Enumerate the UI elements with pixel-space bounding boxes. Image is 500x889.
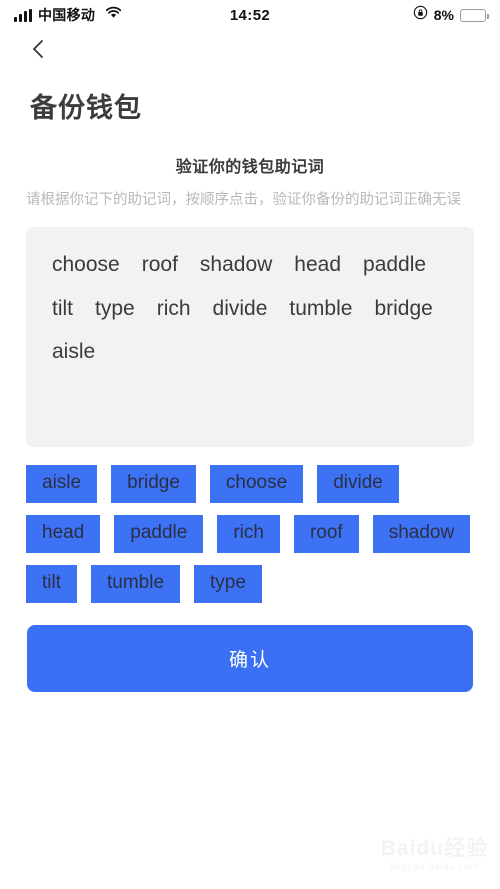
- word-chip[interactable]: bridge: [111, 465, 196, 504]
- word-chip[interactable]: rich: [217, 515, 280, 554]
- word-chip[interactable]: choose: [209, 465, 304, 504]
- selected-word[interactable]: aisle: [52, 338, 95, 365]
- wifi-icon: [105, 6, 122, 24]
- word-chip[interactable]: tumble: [91, 565, 181, 603]
- confirm-button-wrap: 确认: [27, 625, 473, 692]
- carrier-label: 中国移动: [38, 7, 96, 23]
- selected-mnemonic-panel[interactable]: choose roof shadow head paddle tilt type rich di…: [26, 227, 474, 448]
- nav-bar: [0, 30, 500, 72]
- status-bar-right: 8%: [413, 5, 489, 25]
- word-chip-area: aisle bridge choose divide head paddle rich roo…: [26, 465, 474, 603]
- watermark: Baidu经验 jingyan.baidu.com: [381, 838, 488, 873]
- selected-word[interactable]: shadow: [200, 251, 272, 278]
- selected-word[interactable]: bridge: [374, 295, 432, 322]
- selected-word[interactable]: paddle: [363, 251, 426, 278]
- word-chip[interactable]: type: [194, 565, 262, 603]
- word-chip[interactable]: divide: [317, 465, 399, 504]
- selected-word[interactable]: tilt: [52, 295, 73, 322]
- battery-percent-label: 8%: [433, 7, 454, 23]
- selected-word[interactable]: rich: [157, 295, 191, 322]
- instructions-heading: 验证你的钱包助记词: [175, 159, 325, 176]
- back-button[interactable]: [24, 37, 52, 65]
- selected-word[interactable]: type: [95, 295, 135, 322]
- watermark-sub-text: jingyan.baidu.com: [389, 862, 479, 873]
- watermark-main-text: Baidu经验: [380, 837, 488, 860]
- status-bar-left: 中国移动: [14, 5, 122, 25]
- selected-word[interactable]: tumble: [289, 295, 352, 322]
- selected-words-list: choose roof shadow head paddle tilt type rich di…: [52, 251, 448, 365]
- instructions-block: 验证你的钱包助记词 请根据你记下的助记词，按顺序点击，验证你备份的助记词正确无误: [0, 125, 500, 211]
- confirm-button[interactable]: 确认: [27, 625, 473, 692]
- selected-word[interactable]: choose: [52, 251, 120, 278]
- selected-word[interactable]: roof: [142, 251, 178, 278]
- selected-word[interactable]: divide: [213, 295, 268, 322]
- selected-word[interactable]: head: [294, 251, 341, 278]
- instructions-subtitle: 请根据你记下的助记词，按顺序点击，验证你备份的助记词正确无误: [26, 192, 461, 208]
- signal-bars-icon: [14, 8, 32, 22]
- word-chip[interactable]: paddle: [114, 515, 204, 554]
- word-chip[interactable]: shadow: [372, 515, 471, 554]
- rotation-lock-icon: [413, 5, 428, 25]
- status-bar: 中国移动 14:52 8%: [0, 0, 500, 30]
- word-chip[interactable]: roof: [293, 515, 359, 554]
- battery-icon: [460, 8, 489, 22]
- chevron-left-icon: [30, 38, 46, 65]
- word-chip[interactable]: head: [26, 515, 101, 554]
- word-chip[interactable]: tilt: [26, 565, 77, 603]
- word-chip[interactable]: aisle: [26, 465, 98, 504]
- page-title: 备份钱包: [30, 93, 142, 123]
